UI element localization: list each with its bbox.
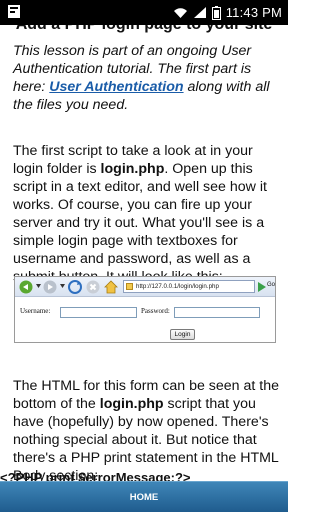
wifi-icon (173, 8, 187, 18)
status-icons: 11:43 PM (173, 0, 282, 25)
notification-icon (8, 5, 20, 18)
bottom-bar: HOME (0, 481, 288, 512)
username-box (60, 307, 137, 318)
signal-icon (193, 7, 206, 18)
chevron-down-icon (36, 284, 41, 288)
refresh-icon (68, 280, 82, 294)
address-url: http://127.0.0.1/login/login.php (136, 283, 219, 290)
forward-arrow-icon (43, 280, 57, 294)
password-box (174, 307, 260, 318)
login-form-preview: Username: Password: Login (15, 298, 275, 342)
address-bar: http://127.0.0.1/login/login.php (123, 280, 255, 293)
browser-toolbar: http://127.0.0.1/login/login.php Go (15, 277, 275, 297)
home-icon (104, 280, 118, 294)
stop-icon (86, 280, 100, 294)
article-title: Add a PHP login page to your site (0, 25, 288, 34)
paragraph-text: . Open up this script in a text editor, … (13, 161, 267, 285)
code-text: <?PHP print $errorMessage;?> (0, 470, 191, 481)
back-arrow-icon (19, 280, 33, 294)
article-content[interactable]: Add a PHP login page to your site This l… (0, 25, 288, 481)
go-label: Go (267, 282, 276, 288)
intro-paragraph: This lesson is part of an ongoing User A… (13, 42, 279, 114)
login-button-preview: Login (170, 329, 195, 340)
html-form-paragraph: The HTML for this form can be seen at th… (13, 377, 279, 481)
home-button[interactable]: HOME (0, 482, 288, 512)
status-time: 11:43 PM (225, 5, 282, 20)
filename-bold: login.php (100, 161, 165, 177)
password-label: Password: (141, 307, 170, 315)
login-script-paragraph: The first script to take a look at in yo… (13, 142, 279, 286)
filename-bold: login.php (99, 396, 164, 412)
go-icon (258, 282, 266, 292)
chevron-down-icon (60, 284, 65, 288)
code-line: <?PHP print $errorMessage;?> (0, 470, 288, 481)
username-label: Username: (20, 307, 51, 315)
page-icon (126, 283, 133, 290)
login-page-screenshot: http://127.0.0.1/login/login.php Go User… (14, 276, 276, 343)
status-bar: 11:43 PM (0, 0, 288, 25)
user-authentication-link[interactable]: User Authentication (49, 79, 183, 95)
battery-icon (211, 5, 221, 20)
